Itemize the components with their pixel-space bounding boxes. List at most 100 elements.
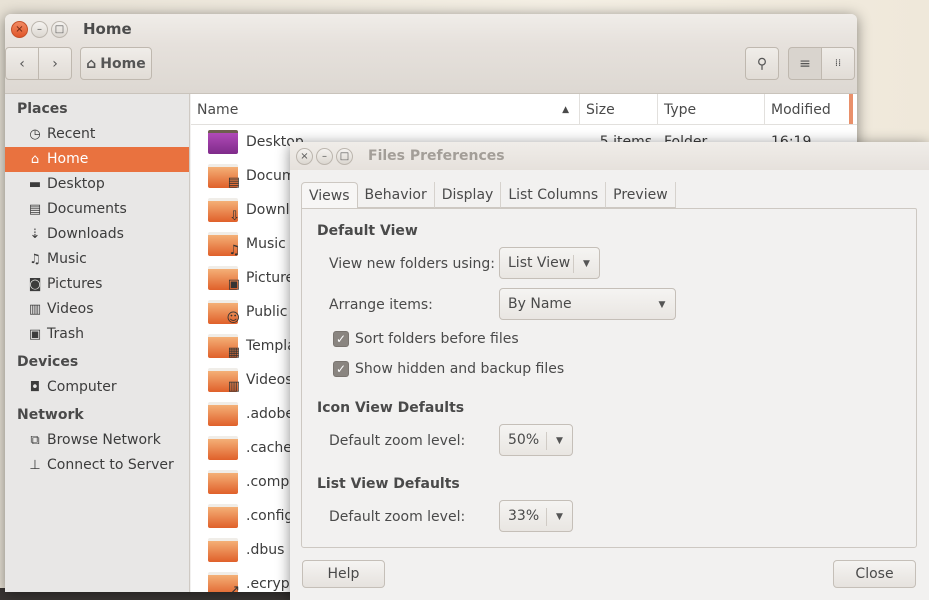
trash-icon: ▣ <box>28 327 42 342</box>
folder-icon: ▤ <box>208 164 240 190</box>
sidebar: Places ◷ Recent ⌂ Home ▬ Desktop ▤ Documents ⇣ Do… <box>5 94 190 592</box>
chevron-right-icon: › <box>52 55 58 72</box>
forward-button[interactable]: › <box>38 47 72 80</box>
search-icon: ⚲ <box>756 55 768 72</box>
dialog-title: Files Preferences <box>368 148 505 164</box>
dropdown-arrow-icon: ▼ <box>546 432 572 450</box>
close-icon[interactable]: × <box>11 20 28 38</box>
list-view-heading: List View Defaults <box>317 476 460 492</box>
list-view-button[interactable]: ≡ <box>788 47 822 80</box>
search-button[interactable]: ⚲ <box>745 47 779 80</box>
title-bar: × – □ Home <box>5 14 857 44</box>
sort-ascending-icon: ▲ <box>562 105 569 115</box>
maximize-icon[interactable]: □ <box>336 147 353 165</box>
dropdown-arrow-icon: ▼ <box>546 508 572 526</box>
desktop-folder-icon <box>208 130 238 154</box>
sidebar-item-music[interactable]: ♫ Music <box>5 247 189 272</box>
list-zoom-label: Default zoom level: <box>329 509 466 525</box>
checkmark-icon: ✓ <box>333 361 349 377</box>
checkmark-icon: ✓ <box>333 331 349 347</box>
show-hidden-checkbox[interactable]: ✓ Show hidden and backup files <box>333 361 564 377</box>
sidebar-item-browse-network[interactable]: ⧉ Browse Network <box>5 428 189 453</box>
download-icon: ⇣ <box>29 227 41 242</box>
folder-icon: ▣ <box>208 266 240 292</box>
sidebar-item-home[interactable]: ⌂ Home <box>5 147 189 172</box>
toolbar: ‹ › ⌂ Home ⚲ ≡ ⁞⁞ <box>5 44 857 94</box>
tab-preview[interactable]: Preview <box>606 182 676 208</box>
sidebar-item-recent[interactable]: ◷ Recent <box>5 122 189 147</box>
dropdown-arrow-icon: ▼ <box>573 255 599 273</box>
tab-bar: Views Behavior Display List Columns Preview <box>301 182 676 209</box>
icon-zoom-combo[interactable]: 50% ▼ <box>499 424 573 456</box>
desktop-icon: ▬ <box>28 177 42 192</box>
camera-icon: ◙ <box>28 277 42 292</box>
folder-icon: ▦ <box>208 334 240 360</box>
minimize-icon[interactable]: – <box>31 20 48 38</box>
minimize-icon[interactable]: – <box>316 147 333 165</box>
icon-zoom-label: Default zoom level: <box>329 433 466 449</box>
home-icon: ⌂ <box>30 152 40 167</box>
help-button[interactable]: Help <box>302 560 385 588</box>
folder-icon: ⇩ <box>208 198 240 224</box>
list-zoom-combo[interactable]: 33% ▼ <box>499 500 573 532</box>
drive-icon: ◘ <box>29 380 41 395</box>
grid-icon: ⁞⁞ <box>834 58 842 69</box>
folder-icon <box>208 470 238 494</box>
views-panel: Default View View new folders using: Lis… <box>301 208 917 548</box>
home-icon: ⌂ <box>86 55 97 72</box>
column-headers: Name ▲ Size Type Modified <box>191 94 857 125</box>
path-home-button[interactable]: ⌂ Home <box>80 47 152 80</box>
sidebar-item-desktop[interactable]: ▬ Desktop <box>5 172 189 197</box>
folder-icon: ♫ <box>208 232 240 258</box>
folder-icon <box>208 504 238 528</box>
sort-folders-checkbox[interactable]: ✓ Sort folders before files <box>333 331 519 347</box>
sidebar-item-videos[interactable]: ▥ Videos <box>5 297 189 322</box>
arrange-label: Arrange items: <box>329 297 433 313</box>
grid-view-button[interactable]: ⁞⁞ <box>821 47 855 80</box>
tab-list-columns[interactable]: List Columns <box>501 182 607 208</box>
server-icon: ⊥ <box>29 458 41 473</box>
documents-icon: ▤ <box>28 202 42 217</box>
column-type[interactable]: Type <box>658 94 765 124</box>
places-heading: Places <box>17 101 68 117</box>
film-icon: ▥ <box>28 302 42 317</box>
tab-views[interactable]: Views <box>301 182 358 209</box>
window-title: Home <box>83 20 132 38</box>
sidebar-item-computer[interactable]: ◘ Computer <box>5 375 189 400</box>
sidebar-item-trash[interactable]: ▣ Trash <box>5 322 189 347</box>
column-name[interactable]: Name ▲ <box>191 94 580 124</box>
icon-view-heading: Icon View Defaults <box>317 400 465 416</box>
column-size[interactable]: Size <box>580 94 658 124</box>
back-button[interactable]: ‹ <box>5 47 39 80</box>
view-new-label: View new folders using: <box>329 256 495 272</box>
network-icon: ⧉ <box>30 433 40 448</box>
arrange-combo[interactable]: By Name ▼ <box>499 288 676 320</box>
folder-icon: ▥ <box>208 368 240 394</box>
folder-icon: ☺ <box>208 300 240 326</box>
view-new-combo[interactable]: List View ▼ <box>499 247 600 279</box>
folder-icon <box>208 538 238 562</box>
sidebar-item-pictures[interactable]: ◙ Pictures <box>5 272 189 297</box>
tab-behavior[interactable]: Behavior <box>357 182 435 208</box>
default-view-heading: Default View <box>317 223 418 239</box>
close-icon[interactable]: × <box>296 147 313 165</box>
music-icon: ♫ <box>29 252 41 267</box>
close-button[interactable]: Close <box>833 560 916 588</box>
devices-heading: Devices <box>17 354 79 370</box>
tab-display[interactable]: Display <box>434 182 502 208</box>
folder-icon: ↗ <box>208 572 240 592</box>
clock-icon: ◷ <box>29 127 41 142</box>
maximize-icon[interactable]: □ <box>51 20 68 38</box>
preferences-dialog: × – □ Files Preferences Views Behavior Dis… <box>290 142 929 600</box>
column-modified[interactable]: Modified <box>765 94 853 124</box>
sidebar-item-downloads[interactable]: ⇣ Downloads <box>5 222 189 247</box>
sidebar-item-connect-to-server[interactable]: ⊥ Connect to Server <box>5 453 189 478</box>
network-heading: Network <box>17 407 84 423</box>
folder-icon <box>208 402 238 426</box>
dropdown-arrow-icon: ▼ <box>658 300 666 310</box>
chevron-left-icon: ‹ <box>19 55 25 72</box>
sidebar-item-documents[interactable]: ▤ Documents <box>5 197 189 222</box>
dialog-title-bar: × – □ Files Preferences <box>290 142 929 170</box>
list-icon: ≡ <box>799 55 811 72</box>
folder-icon <box>208 436 238 460</box>
